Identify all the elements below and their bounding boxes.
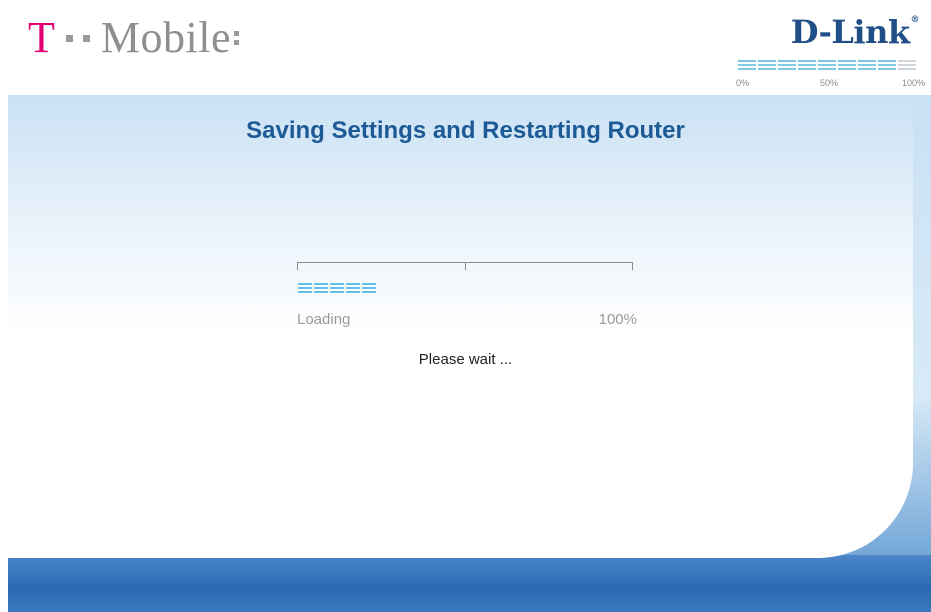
header-progress-segment xyxy=(878,60,896,72)
header-progress-segment xyxy=(858,60,876,72)
dlink-registered-mark: ® xyxy=(910,15,920,25)
header-progress-segment xyxy=(898,60,916,72)
header-progress-segment xyxy=(798,60,816,72)
header: T Mobile D-Link® 0% 50% 100% xyxy=(0,0,931,95)
header-progress-label-end: 100% xyxy=(902,78,926,88)
progress-frame xyxy=(297,262,633,271)
tmobile-dots xyxy=(61,34,95,42)
status-message: Please wait ... xyxy=(418,351,513,368)
dlink-logo-text: D-Link xyxy=(790,13,910,51)
progress-segment xyxy=(330,283,344,294)
header-progress-segment xyxy=(778,60,796,72)
progress-segment xyxy=(314,283,328,294)
header-progress-segment xyxy=(738,60,756,72)
progress-percent: 100% xyxy=(598,311,637,328)
tmobile-trailing-dots xyxy=(234,29,239,47)
header-progress-label-start: 0% xyxy=(736,78,750,88)
tmobile-t-letter: T xyxy=(28,13,55,62)
progress-bar-fill xyxy=(298,283,378,294)
header-progress-segment xyxy=(818,60,836,72)
progress-label: Loading xyxy=(297,311,351,328)
tmobile-logo: T Mobile xyxy=(28,8,239,68)
header-progress-label-mid: 50% xyxy=(820,78,839,88)
progress-segment xyxy=(298,283,312,294)
content-panel xyxy=(8,95,913,558)
progress-segment xyxy=(362,283,376,294)
progress-tick-start xyxy=(297,263,298,270)
progress-tick-mid xyxy=(465,263,466,270)
progress-tick-end xyxy=(632,263,633,270)
header-progress-segment xyxy=(838,60,856,72)
header-progress-bar xyxy=(738,60,926,74)
footer-bar xyxy=(8,555,931,612)
tmobile-word: Mobile xyxy=(100,13,231,62)
progress-segment xyxy=(346,283,360,294)
dlink-logo: D-Link® xyxy=(790,13,920,51)
header-progress-segment xyxy=(758,60,776,72)
page-title: Saving Settings and Restarting Router xyxy=(246,117,685,144)
